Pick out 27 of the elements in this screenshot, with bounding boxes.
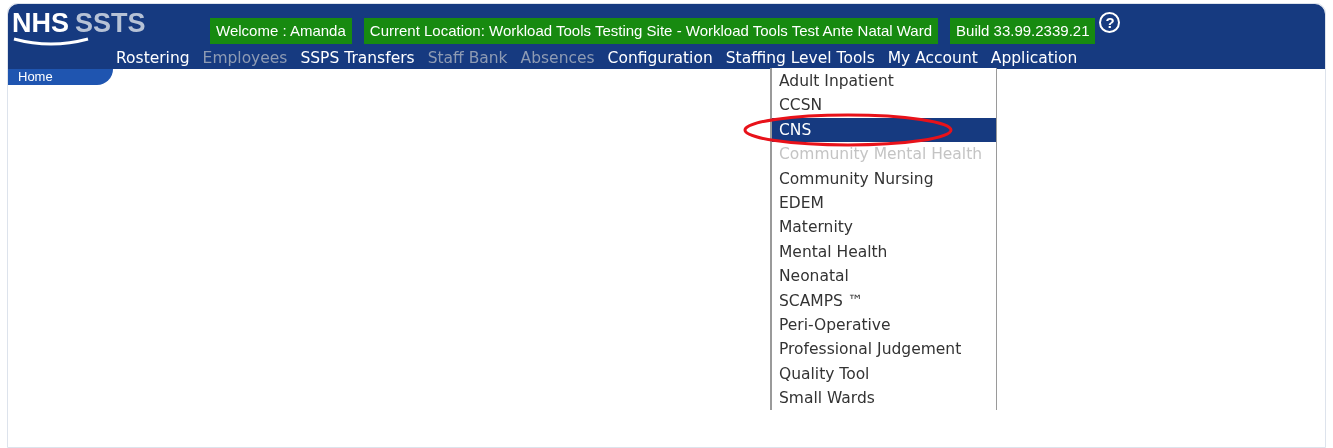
menu-item[interactable]: Staffing Level Tools — [725, 46, 875, 70]
dropdown-item[interactable]: Professional Judgement — [772, 337, 996, 362]
logo-mark: NHS — [12, 10, 69, 36]
info-badge: Current Location: Workload Tools Testing Site - Workload Tools Test Ante Natal Ward — [363, 18, 939, 44]
dropdown-item[interactable]: CNS — [772, 117, 996, 143]
dropdown-item[interactable]: CCSN — [772, 93, 996, 118]
dropdown-item[interactable]: Quality Tool — [772, 361, 996, 387]
logo-text: SSTS — [75, 10, 146, 36]
info-badge: Build 33.99.2339.21 — [950, 18, 1096, 44]
dropdown-item[interactable]: Peri-Operative — [772, 312, 996, 338]
menu-item[interactable]: My Account — [887, 46, 978, 70]
menu-item[interactable]: Configuration — [607, 46, 713, 70]
help-icon[interactable]: ? — [1099, 12, 1121, 33]
dropdown-item[interactable]: SCAMPS ™ — [772, 288, 996, 313]
dropdown-item[interactable]: Small Wards — [772, 386, 996, 411]
dropdown-item[interactable]: Community Nursing — [772, 166, 996, 191]
dropdown-item[interactable]: EDEM — [772, 190, 996, 216]
menu-item[interactable]: Rostering — [116, 46, 190, 70]
dropdown-item[interactable]: Adult Inpatient — [772, 69, 996, 94]
dropdown-item[interactable]: Maternity — [772, 215, 996, 240]
menu-item[interactable]: SSPS Transfers — [300, 46, 415, 70]
wave-icon — [12, 36, 90, 46]
dropdown-item[interactable]: Mental Health — [772, 239, 996, 265]
menu-item[interactable]: Application — [990, 46, 1078, 70]
info-badge: Welcome : Amanda — [210, 18, 352, 44]
dropdown-item[interactable]: Neonatal — [772, 264, 996, 289]
home-tab[interactable]: Home — [8, 69, 113, 85]
